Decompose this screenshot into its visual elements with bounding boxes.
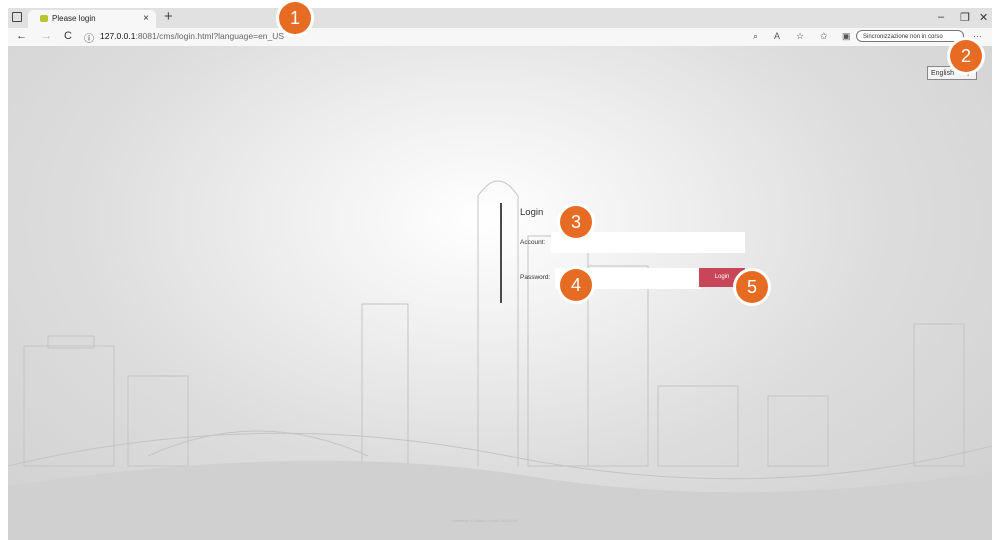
address-bar[interactable]: 127.0.0.1:8081/cms/login.html?language=e… bbox=[100, 31, 284, 41]
sync-status-label: Sincronizzazione non in corso bbox=[863, 34, 943, 40]
browser-window: Please login × + – ❐ ✕ ← → C ⓘ 127.0.0.1… bbox=[8, 8, 992, 540]
more-menu-icon[interactable]: ··· bbox=[973, 31, 982, 41]
collections-icon[interactable]: ▣ bbox=[842, 31, 851, 42]
browser-tab[interactable]: Please login × bbox=[28, 10, 156, 28]
callout-badge-3: 3 bbox=[560, 206, 592, 238]
account-label: Account: bbox=[520, 239, 546, 246]
callout-badge-1: 1 bbox=[279, 2, 311, 34]
site-info-icon[interactable]: ⓘ bbox=[84, 30, 94, 45]
tab-title: Please login bbox=[52, 14, 96, 23]
tab-strip: Please login × + – ❐ ✕ bbox=[8, 8, 992, 28]
url-host: 127.0.0.1 bbox=[100, 31, 136, 41]
add-favorite-icon[interactable]: ☆ bbox=[796, 31, 804, 42]
language-value: English bbox=[931, 70, 954, 77]
login-page: English ▼ Login Account: Password: Login… bbox=[8, 46, 992, 540]
login-title: Login bbox=[520, 207, 544, 218]
favicon-icon bbox=[40, 15, 48, 22]
browser-toolbar: ← → C ⓘ 127.0.0.1:8081/cms/login.html?la… bbox=[8, 28, 992, 46]
window-close-button[interactable]: ✕ bbox=[979, 11, 988, 24]
url-path: :8081/cms/login.html?language=en_US bbox=[135, 31, 285, 41]
tab-close-icon[interactable]: × bbox=[143, 13, 149, 24]
forward-button[interactable]: → bbox=[41, 30, 52, 42]
favorites-icon[interactable]: ✩ bbox=[820, 31, 828, 42]
version-footer: Advertise 4.1Base-Ui-vle01-9542150 bbox=[452, 518, 518, 523]
back-button[interactable]: ← bbox=[16, 30, 27, 42]
callout-badge-2: 2 bbox=[950, 40, 982, 72]
minimize-button[interactable]: – bbox=[938, 11, 944, 23]
password-label: Password: bbox=[520, 274, 551, 281]
tab-actions-icon[interactable] bbox=[12, 12, 22, 22]
callout-badge-5: 5 bbox=[736, 271, 768, 303]
sync-status-button[interactable]: Sincronizzazione non in corso bbox=[856, 30, 964, 42]
read-aloud-icon[interactable]: A bbox=[774, 31, 780, 41]
refresh-button[interactable]: C bbox=[64, 30, 72, 42]
search-icon[interactable]: ⌕ bbox=[753, 31, 758, 42]
new-tab-button[interactable]: + bbox=[164, 8, 173, 26]
restore-button[interactable]: ❐ bbox=[960, 11, 970, 24]
login-divider bbox=[500, 203, 502, 303]
callout-badge-4: 4 bbox=[560, 269, 592, 301]
